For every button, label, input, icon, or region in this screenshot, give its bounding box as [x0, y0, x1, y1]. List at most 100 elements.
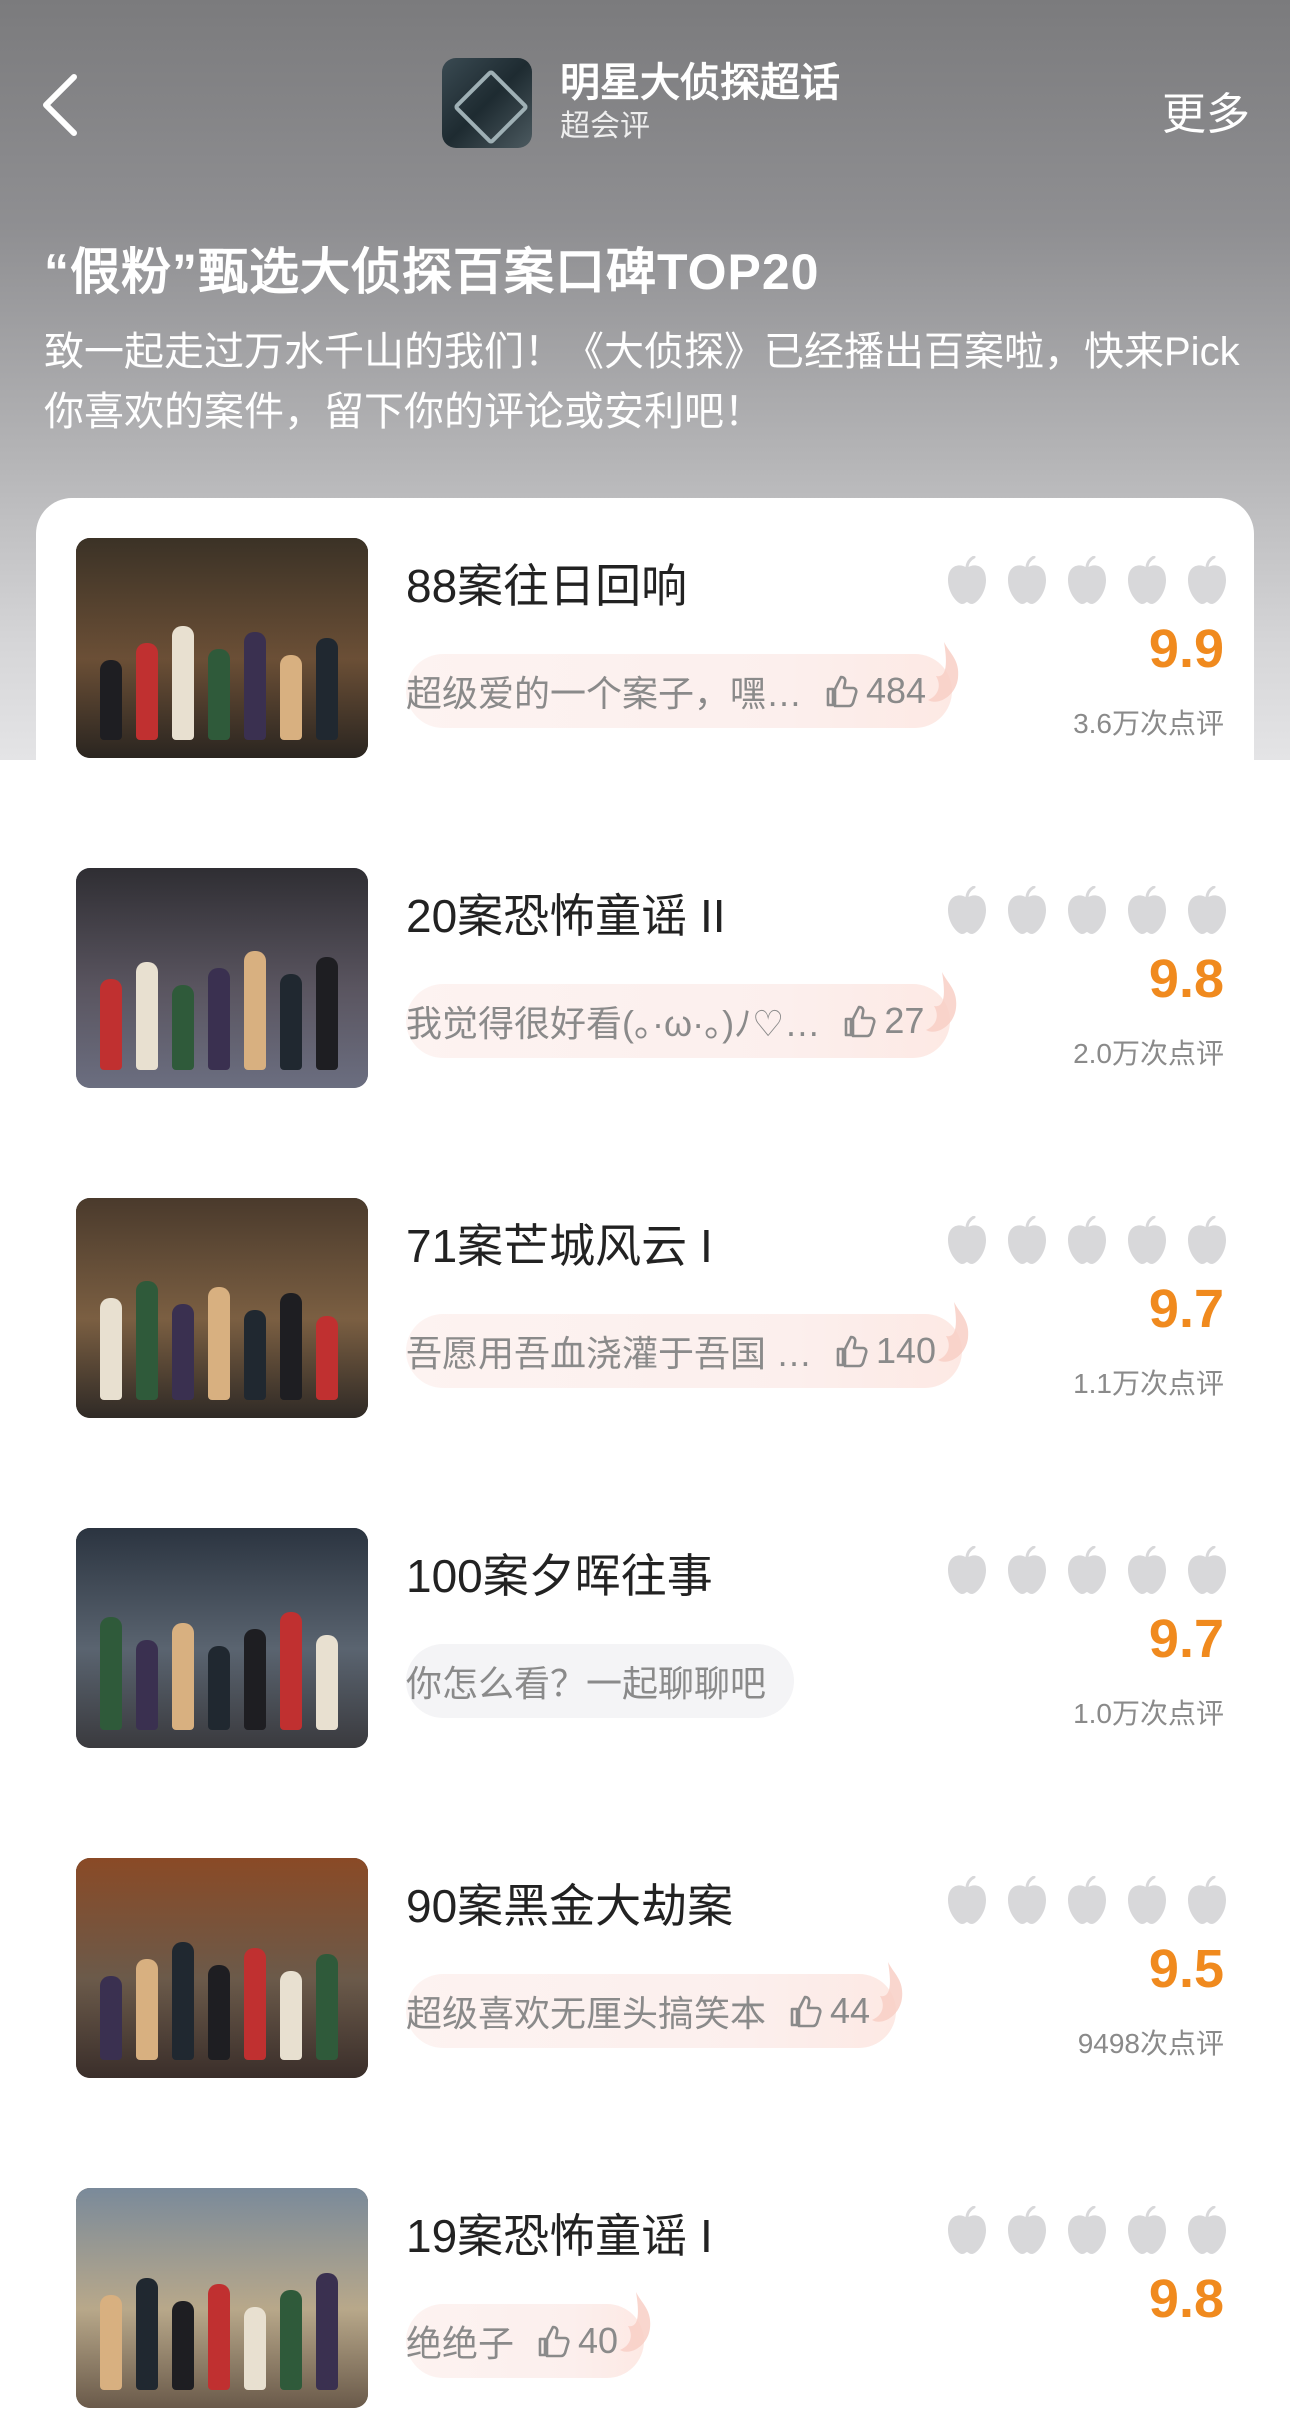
like-button[interactable]: 140 — [832, 1330, 936, 1372]
like-count: 140 — [876, 1330, 937, 1371]
apple-rating-icon[interactable] — [1064, 556, 1110, 606]
apple-rating-icon[interactable] — [1124, 886, 1170, 936]
apple-rating-icon[interactable] — [1004, 1876, 1050, 1926]
case-title[interactable]: 90案黑金大劫案 — [406, 1870, 733, 1936]
ranking-item[interactable]: 71案芒城风云 I 9.7 1.1万次点评 吾愿用吾血浇灌于吾国 … 140 — [76, 1198, 1226, 1418]
review-count: 1.0万次点评 — [1073, 1698, 1224, 1729]
like-button[interactable]: 484 — [822, 670, 926, 712]
like-button[interactable]: 44 — [786, 1990, 870, 2032]
case-title[interactable]: 20案恐怖童谣 II — [406, 880, 726, 946]
topic-title: 明星大侦探超话 — [560, 61, 840, 105]
case-poster-image[interactable] — [76, 2188, 368, 2408]
case-poster-image[interactable] — [76, 538, 368, 758]
case-poster-image[interactable] — [76, 1198, 368, 1418]
top-comment-pill[interactable]: 你怎么看？一起聊聊吧 — [406, 1644, 795, 1718]
apple-rating-icon[interactable] — [944, 1546, 990, 1596]
score-value: 9.7 — [1148, 1609, 1224, 1669]
apple-rating-icon[interactable] — [1124, 1546, 1170, 1596]
top-comment-pill[interactable]: 绝绝子 40 — [406, 2292, 651, 2378]
topic-info[interactable]: 明星大侦探超话 超会评 — [442, 58, 840, 148]
ranking-item[interactable]: 88案往日回响 9.9 3.6万次点评 超级爱的一个案子，嘿… 484 — [76, 538, 1226, 758]
thumbs-up-icon — [836, 1335, 868, 1368]
hot-flame-icon — [926, 972, 957, 1032]
apple-rating-icon[interactable] — [1004, 556, 1050, 606]
top-comment-pill[interactable]: 超级喜欢无厘头搞笑本 44 — [406, 1962, 903, 2048]
hot-flame-icon — [620, 2292, 651, 2352]
top-comment-pill[interactable]: 超级爱的一个案子，嘿… 484 — [406, 642, 959, 728]
case-title[interactable]: 19案恐怖童谣 I — [406, 2200, 713, 2266]
apple-rating-icon[interactable] — [1004, 1546, 1050, 1596]
apple-rating-icon[interactable] — [944, 2206, 990, 2256]
score-value: 9.8 — [1148, 2269, 1224, 2329]
apple-rating-icon[interactable] — [1004, 886, 1050, 936]
apple-rating-icon[interactable] — [1064, 2206, 1110, 2256]
apple-rating-icon[interactable] — [1184, 2206, 1230, 2256]
apple-rating-icon[interactable] — [1184, 1876, 1230, 1926]
ranking-item[interactable]: 100案夕晖往事 9.7 1.0万次点评 你怎么看？一起聊聊吧 — [76, 1528, 1226, 1748]
top-comment-pill[interactable]: 吾愿用吾血浇灌于吾国 … 140 — [406, 1302, 969, 1388]
case-title[interactable]: 100案夕晖往事 — [406, 1540, 713, 1606]
apple-rating-icon[interactable] — [1184, 886, 1230, 936]
ranking-list: 88案往日回响 9.9 3.6万次点评 超级爱的一个案子，嘿… 484 20案恐怖童谣 I… — [36, 498, 1254, 2426]
comment-text: 绝绝子 — [406, 2323, 515, 2364]
apple-rating-icon[interactable] — [1184, 1216, 1230, 1266]
comment-text: 超级喜欢无厘头搞笑本 — [406, 1993, 767, 2034]
top-bar: 明星大侦探超话 超会评 更多 — [0, 50, 1290, 160]
ranking-item[interactable]: 19案恐怖童谣 I 9.8 绝绝子 40 — [76, 2188, 1226, 2408]
apple-rating-icon[interactable] — [944, 556, 990, 606]
review-count: 1.1万次点评 — [1073, 1368, 1224, 1399]
like-count: 40 — [578, 2320, 619, 2361]
case-poster-image[interactable] — [76, 1858, 368, 2078]
topic-text: 明星大侦探超话 超会评 — [560, 59, 840, 147]
apple-rating-icon[interactable] — [944, 1216, 990, 1266]
topic-avatar — [442, 58, 532, 148]
rating-apples[interactable] — [944, 1546, 1230, 1596]
comment-text: 超级爱的一个案子，嘿… — [406, 673, 803, 714]
rating-apples[interactable] — [944, 1216, 1230, 1266]
comment-text: 吾愿用吾血浇灌于吾国 … — [406, 1333, 813, 1374]
score-value: 9.7 — [1148, 1279, 1224, 1339]
apple-rating-icon[interactable] — [1124, 1216, 1170, 1266]
score-value: 9.8 — [1148, 949, 1224, 1009]
rating-apples[interactable] — [944, 556, 1230, 606]
ranking-item[interactable]: 20案恐怖童谣 II 9.8 2.0万次点评 我觉得很好看(。·ω·。)ﾉ♡… 27 — [76, 868, 1226, 1088]
apple-rating-icon[interactable] — [944, 886, 990, 936]
more-button[interactable]: 更多 — [1162, 78, 1250, 142]
ranking-item[interactable]: 90案黑金大劫案 9.5 9498次点评 超级喜欢无厘头搞笑本 44 — [76, 1858, 1226, 2078]
like-count: 44 — [830, 1990, 871, 2031]
review-count: 3.6万次点评 — [1073, 708, 1224, 739]
apple-rating-icon[interactable] — [1064, 886, 1110, 936]
rating-apples[interactable] — [944, 2206, 1230, 2256]
case-poster-image[interactable] — [76, 868, 368, 1088]
topic-subtitle: 超会评 — [560, 110, 650, 143]
thumbs-up-icon — [826, 675, 858, 708]
page-title: “假粉”甄选大侦探百案口碑TOP20 — [44, 244, 820, 300]
rating-apples[interactable] — [944, 886, 1230, 936]
back-button[interactable] — [30, 70, 90, 140]
apple-rating-icon[interactable] — [1064, 1216, 1110, 1266]
hot-flame-icon — [928, 642, 959, 702]
like-count: 27 — [884, 1000, 925, 1041]
apple-rating-icon[interactable] — [1064, 1546, 1110, 1596]
case-title[interactable]: 88案往日回响 — [406, 550, 687, 616]
apple-rating-icon[interactable] — [1124, 1876, 1170, 1926]
apple-rating-icon[interactable] — [1004, 2206, 1050, 2256]
hot-flame-icon — [938, 1302, 969, 1362]
rating-apples[interactable] — [944, 1876, 1230, 1926]
thumbs-up-icon — [845, 1005, 876, 1038]
apple-rating-icon[interactable] — [1184, 1546, 1230, 1596]
apple-rating-icon[interactable] — [1184, 556, 1230, 606]
case-poster-image[interactable] — [76, 1528, 368, 1748]
score-value: 9.9 — [1148, 619, 1224, 679]
case-title[interactable]: 71案芒城风云 I — [406, 1210, 713, 1276]
like-button[interactable]: 40 — [534, 2320, 618, 2362]
top-comment-pill[interactable]: 我觉得很好看(。·ω·。)ﾉ♡… 27 — [406, 972, 957, 1058]
apple-rating-icon[interactable] — [1064, 1876, 1110, 1926]
apple-rating-icon[interactable] — [944, 1876, 990, 1926]
apple-rating-icon[interactable] — [1124, 556, 1170, 606]
apple-rating-icon[interactable] — [1004, 1216, 1050, 1266]
apple-rating-icon[interactable] — [1124, 2206, 1170, 2256]
thumbs-up-icon — [538, 2325, 570, 2358]
like-button[interactable]: 27 — [840, 1000, 924, 1042]
score-value: 9.5 — [1148, 1939, 1224, 1999]
